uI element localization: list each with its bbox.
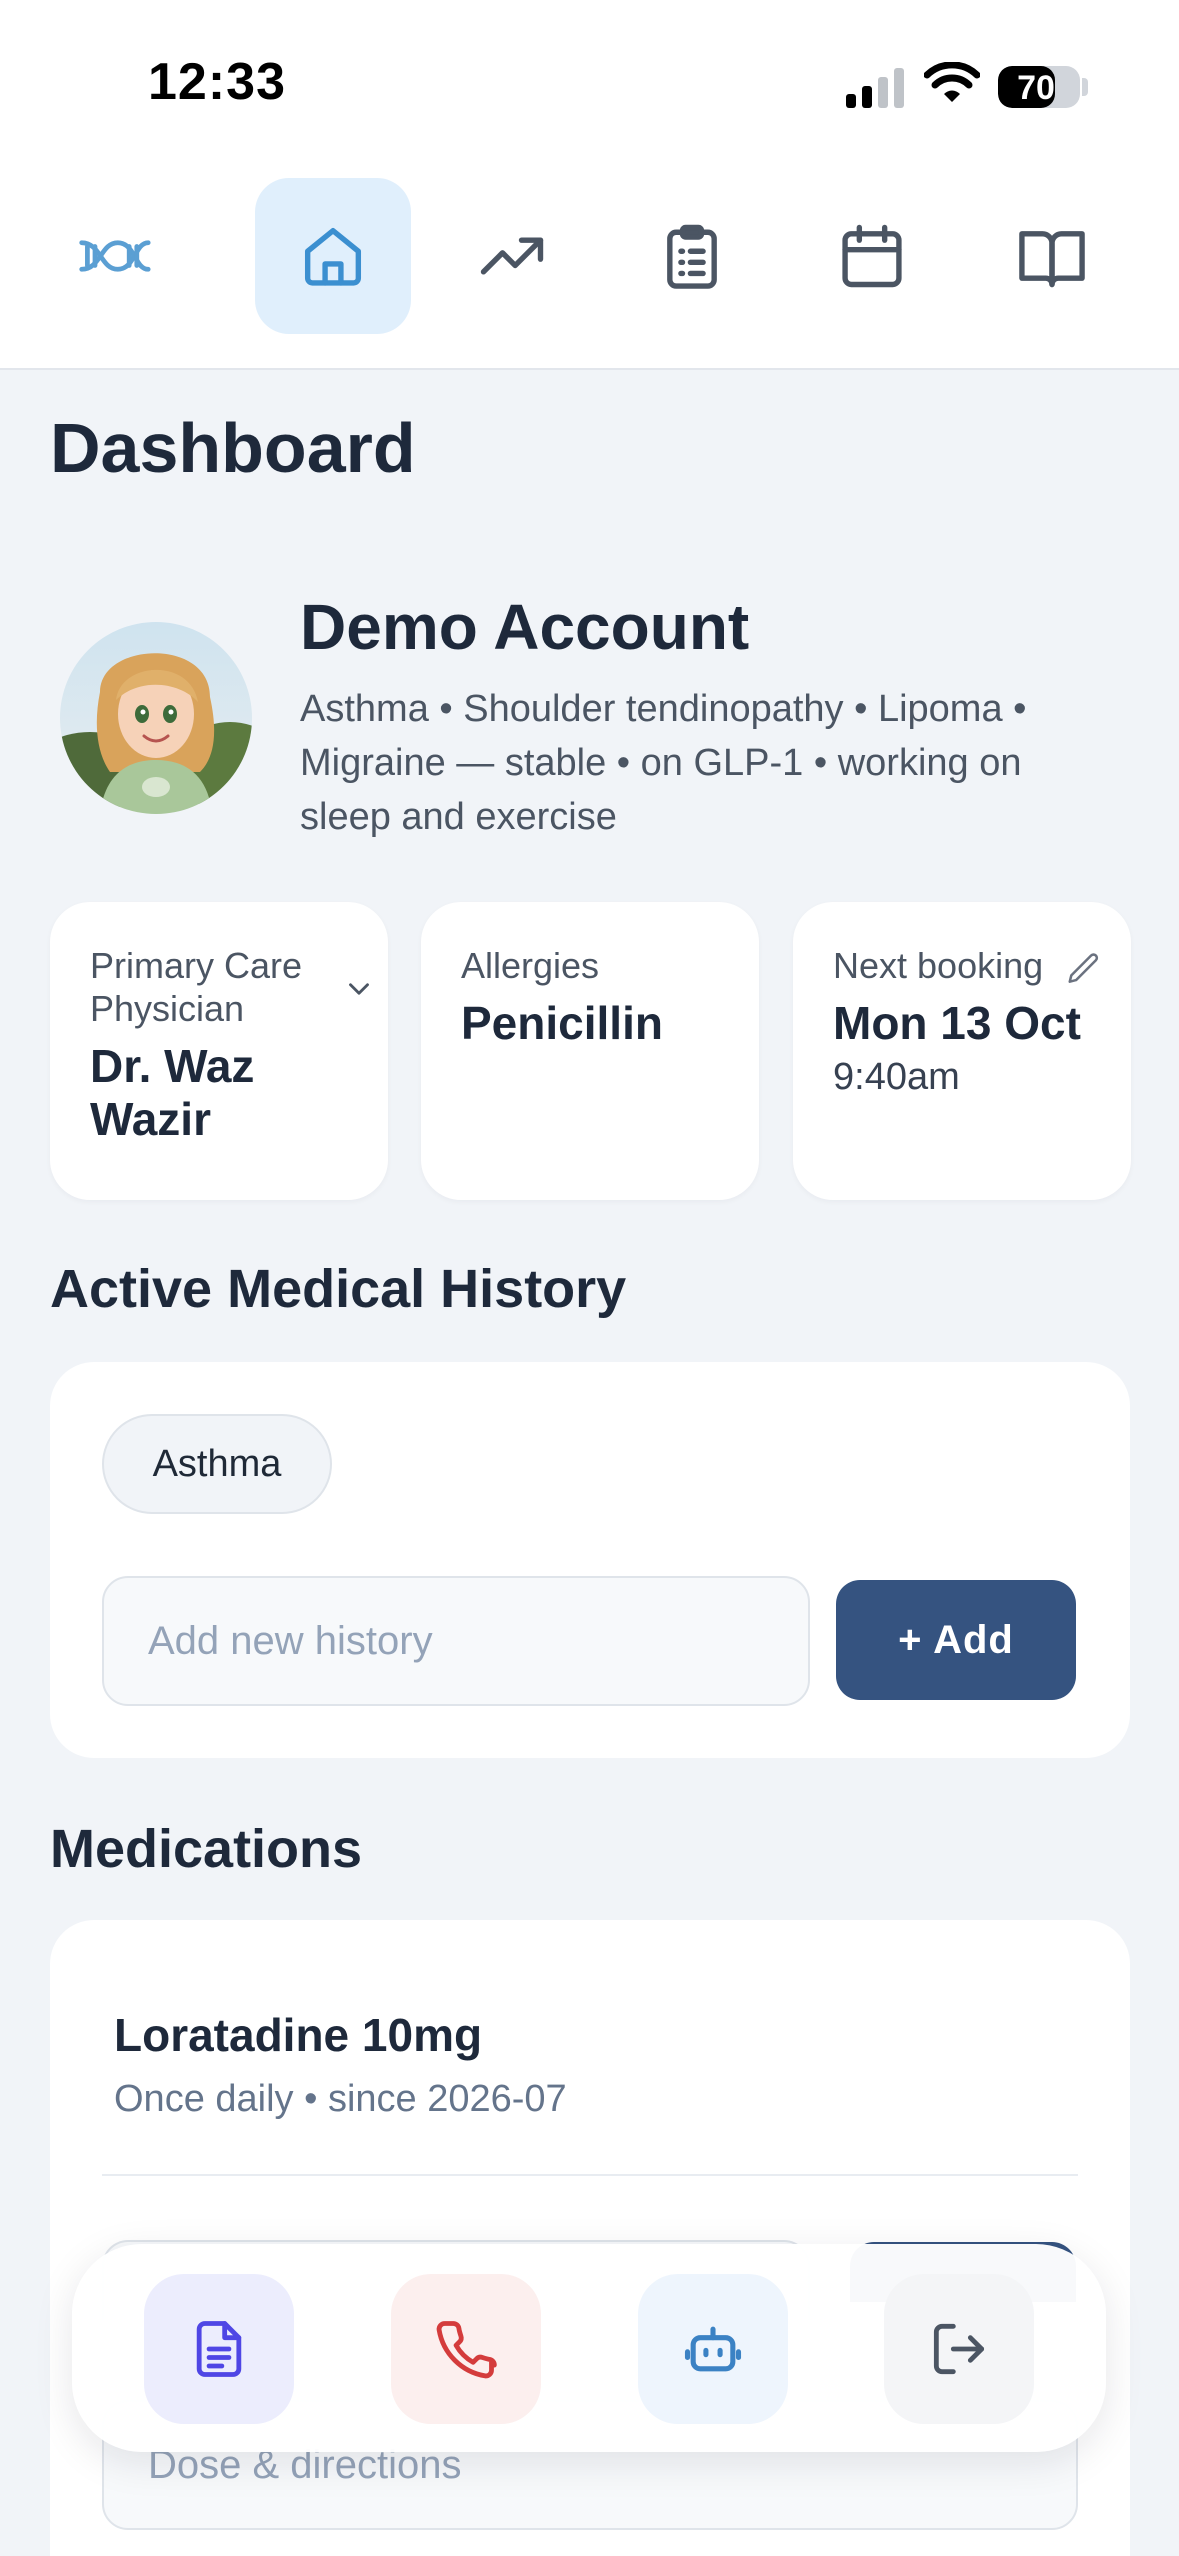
medication-detail: Once daily • since 2026-07 (114, 2078, 567, 2120)
battery-level: 70 (1017, 69, 1055, 107)
history-title: Active Medical History (50, 1259, 627, 1319)
medications-card: Loratadine 10mg Once daily • since 2026-… (50, 1920, 1130, 2556)
nav-calendar[interactable] (794, 178, 950, 334)
logout-icon (933, 2323, 985, 2375)
document-icon (196, 2321, 242, 2377)
allergies-card[interactable]: Allergies Penicillin (421, 902, 759, 1200)
booking-label: Next booking (833, 945, 1044, 986)
booking-time: 9:40am (833, 1056, 960, 1098)
battery-tip (1082, 78, 1088, 96)
cellular-signal-icon (846, 68, 904, 108)
booking-date: Mon 13 Oct (833, 997, 1081, 1049)
medication-name: Loratadine 10mg (114, 2009, 483, 2061)
nav-trends[interactable] (434, 178, 590, 334)
notes-button[interactable] (144, 2274, 294, 2424)
add-history-button[interactable]: + Add (836, 1580, 1076, 1700)
trending-up-icon (480, 237, 544, 275)
medications-title: Medications (50, 1819, 363, 1879)
status-time: 12:33 (148, 53, 286, 111)
clipboard-list-icon (667, 224, 717, 289)
nav-records[interactable] (614, 178, 770, 334)
pencil-icon[interactable] (1065, 950, 1103, 988)
logout-button[interactable] (884, 2274, 1034, 2424)
nav-home[interactable] (255, 178, 411, 334)
pcp-card[interactable]: Primary Care Physician Dr. Waz Wazir (50, 902, 388, 1200)
chevron-down-icon[interactable] (342, 972, 376, 1006)
assistant-button[interactable] (638, 2274, 788, 2424)
avatar[interactable] (60, 622, 252, 814)
call-button[interactable] (391, 2274, 541, 2424)
history-input[interactable] (102, 1576, 810, 1706)
robot-icon (684, 2326, 742, 2372)
pcp-value: Dr. Waz Wazir (90, 1040, 255, 1145)
page-title: Dashboard (50, 409, 416, 487)
status-bar: 12:33 70 (0, 0, 1179, 170)
wifi-icon (924, 62, 980, 102)
profile-summary: Asthma • Shoulder tendinopathy • Lipoma … (300, 688, 1027, 838)
history-card: Asthma + Add (50, 1362, 1130, 1758)
divider (102, 2174, 1078, 2176)
allergies-value: Penicillin (461, 997, 663, 1049)
phone-icon (436, 2321, 497, 2379)
profile-name: Demo Account (300, 591, 750, 663)
allergies-label: Allergies (461, 945, 600, 986)
dna-logo-icon[interactable] (36, 178, 192, 334)
pcp-label: Primary Care Physician (90, 945, 303, 1029)
bottom-action-bar (72, 2244, 1106, 2452)
top-nav (0, 170, 1179, 370)
history-tag[interactable]: Asthma (102, 1414, 332, 1514)
nav-library[interactable] (974, 178, 1130, 334)
battery-icon: 70 (998, 66, 1080, 108)
home-icon (304, 227, 362, 286)
booking-card[interactable]: Next booking Mon 13 Oct 9:40am (793, 902, 1131, 1200)
calendar-icon (842, 224, 902, 288)
book-open-icon (1019, 231, 1085, 288)
